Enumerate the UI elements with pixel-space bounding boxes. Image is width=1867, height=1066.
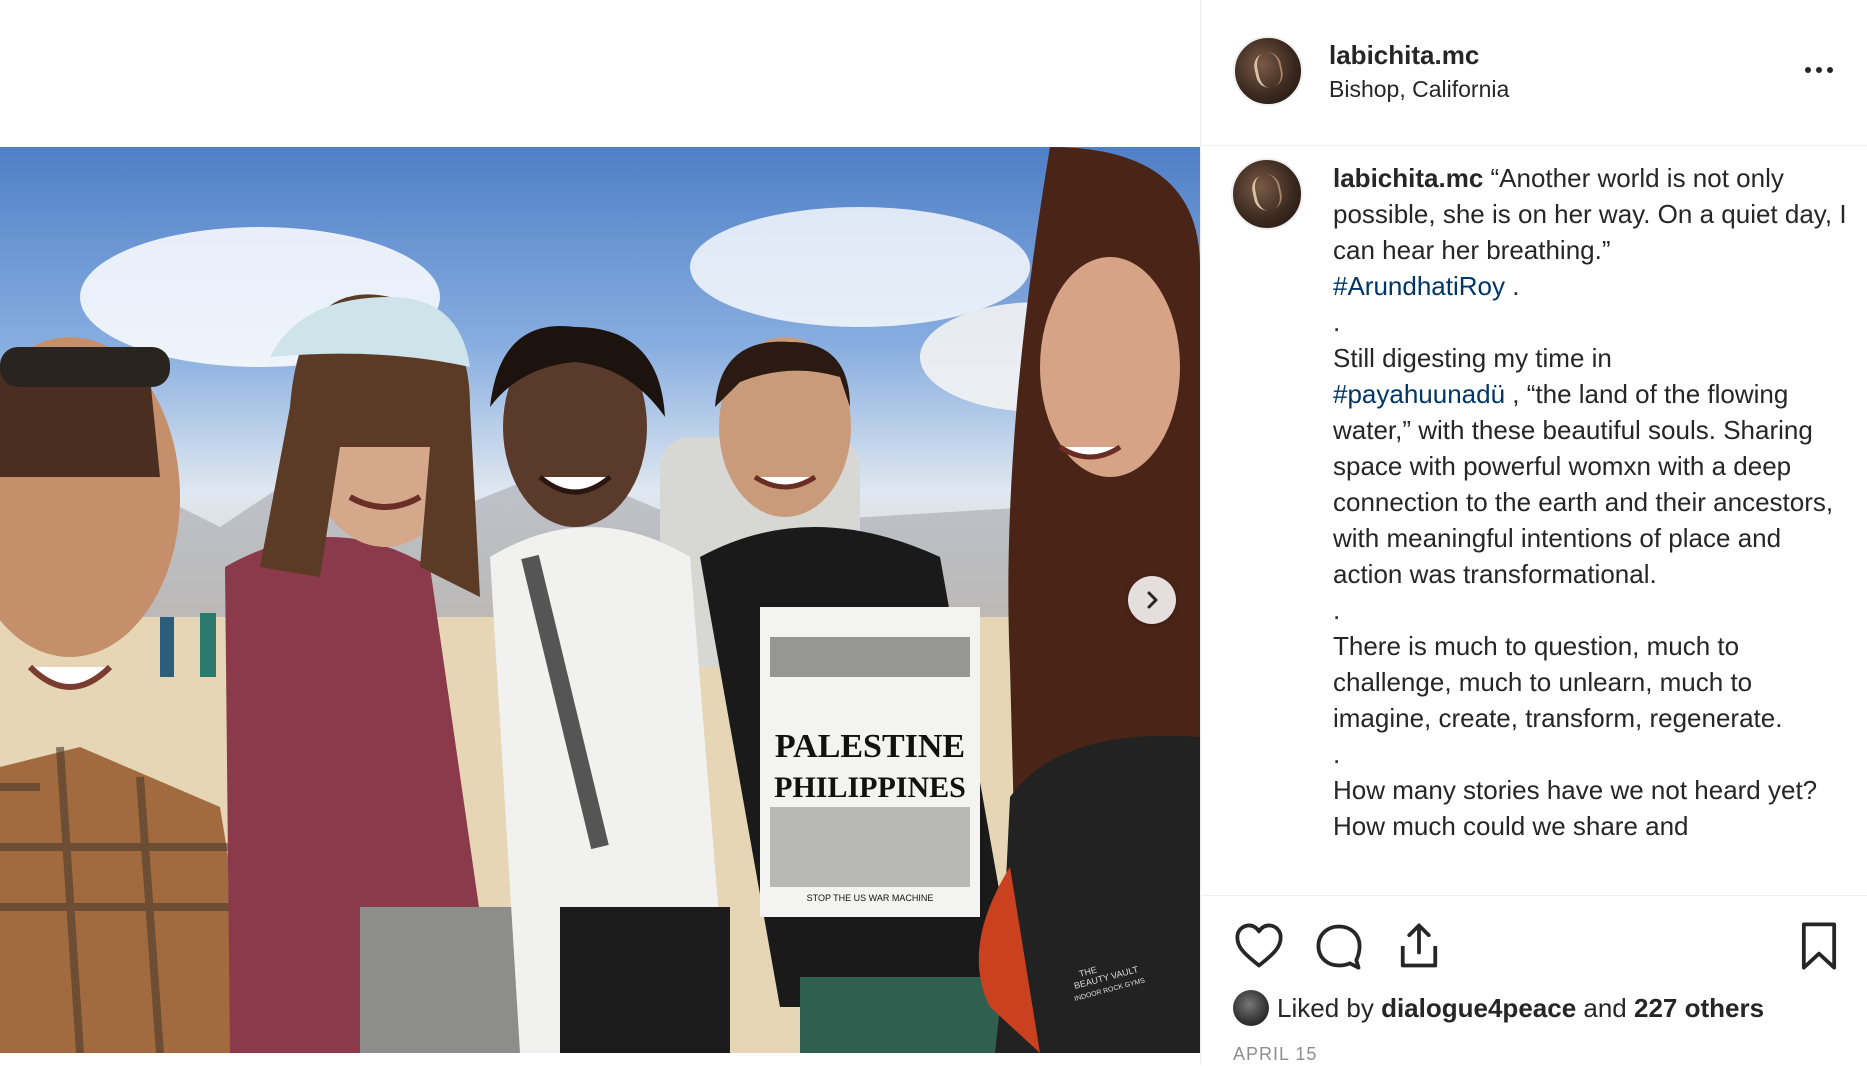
caption-text-segment: , “the land of the flowing water,” with …: [1333, 379, 1834, 841]
chevron-right-icon: [1147, 591, 1158, 609]
shirt-text-line3: STOP THE US WAR MACHINE: [807, 893, 934, 903]
caption-area: labichita.mc “Another world is not only …: [1201, 146, 1867, 896]
post-caption: labichita.mc “Another world is not only …: [1333, 160, 1853, 844]
post-header: labichita.mc Bishop, California: [1201, 0, 1867, 146]
likes-others-link[interactable]: 227 others: [1634, 993, 1764, 1024]
post-actions: Liked by dialogue4peace and 227 others A…: [1201, 895, 1867, 1066]
post-date[interactable]: APRIL 15: [1233, 1044, 1317, 1065]
liker-avatar[interactable]: [1233, 990, 1269, 1026]
comment-icon[interactable]: [1313, 920, 1365, 972]
next-photo-button[interactable]: [1128, 576, 1176, 624]
caption-body: “Another world is not only possible, she…: [1333, 163, 1854, 841]
shirt-text-line1: PALESTINE: [775, 728, 965, 765]
likes-summary: Liked by dialogue4peace and 227 others: [1233, 988, 1764, 1028]
avatar[interactable]: [1233, 36, 1303, 106]
post-photo[interactable]: PALESTINE PHILIPPINES STOP THE US WAR MA…: [0, 147, 1200, 1053]
dot: [1805, 67, 1811, 73]
dot: [1827, 67, 1833, 73]
caption-username-link[interactable]: labichita.mc: [1333, 163, 1483, 193]
post-media-pane: PALESTINE PHILIPPINES STOP THE US WAR MA…: [0, 0, 1200, 1065]
group-photo-illustration: PALESTINE PHILIPPINES STOP THE US WAR MA…: [0, 147, 1200, 1053]
likes-middle: and: [1576, 992, 1634, 1023]
bookmark-icon[interactable]: [1793, 920, 1845, 972]
likes-prefix: Liked by: [1277, 992, 1382, 1023]
dot: [1816, 67, 1822, 73]
share-icon[interactable]: [1393, 920, 1445, 972]
post-location-link[interactable]: Bishop, California: [1329, 76, 1509, 103]
hashtag-link[interactable]: #payahuunadü: [1333, 379, 1505, 409]
more-options-icon[interactable]: [1805, 58, 1841, 82]
caption-avatar[interactable]: [1231, 158, 1303, 230]
shirt-text-line2: PHILIPPINES: [774, 771, 966, 804]
hashtag-link[interactable]: #ArundhatiRoy: [1333, 271, 1505, 301]
heart-icon[interactable]: [1233, 920, 1285, 972]
liker-username-link[interactable]: dialogue4peace: [1381, 993, 1576, 1024]
post-username-link[interactable]: labichita.mc: [1329, 40, 1479, 71]
